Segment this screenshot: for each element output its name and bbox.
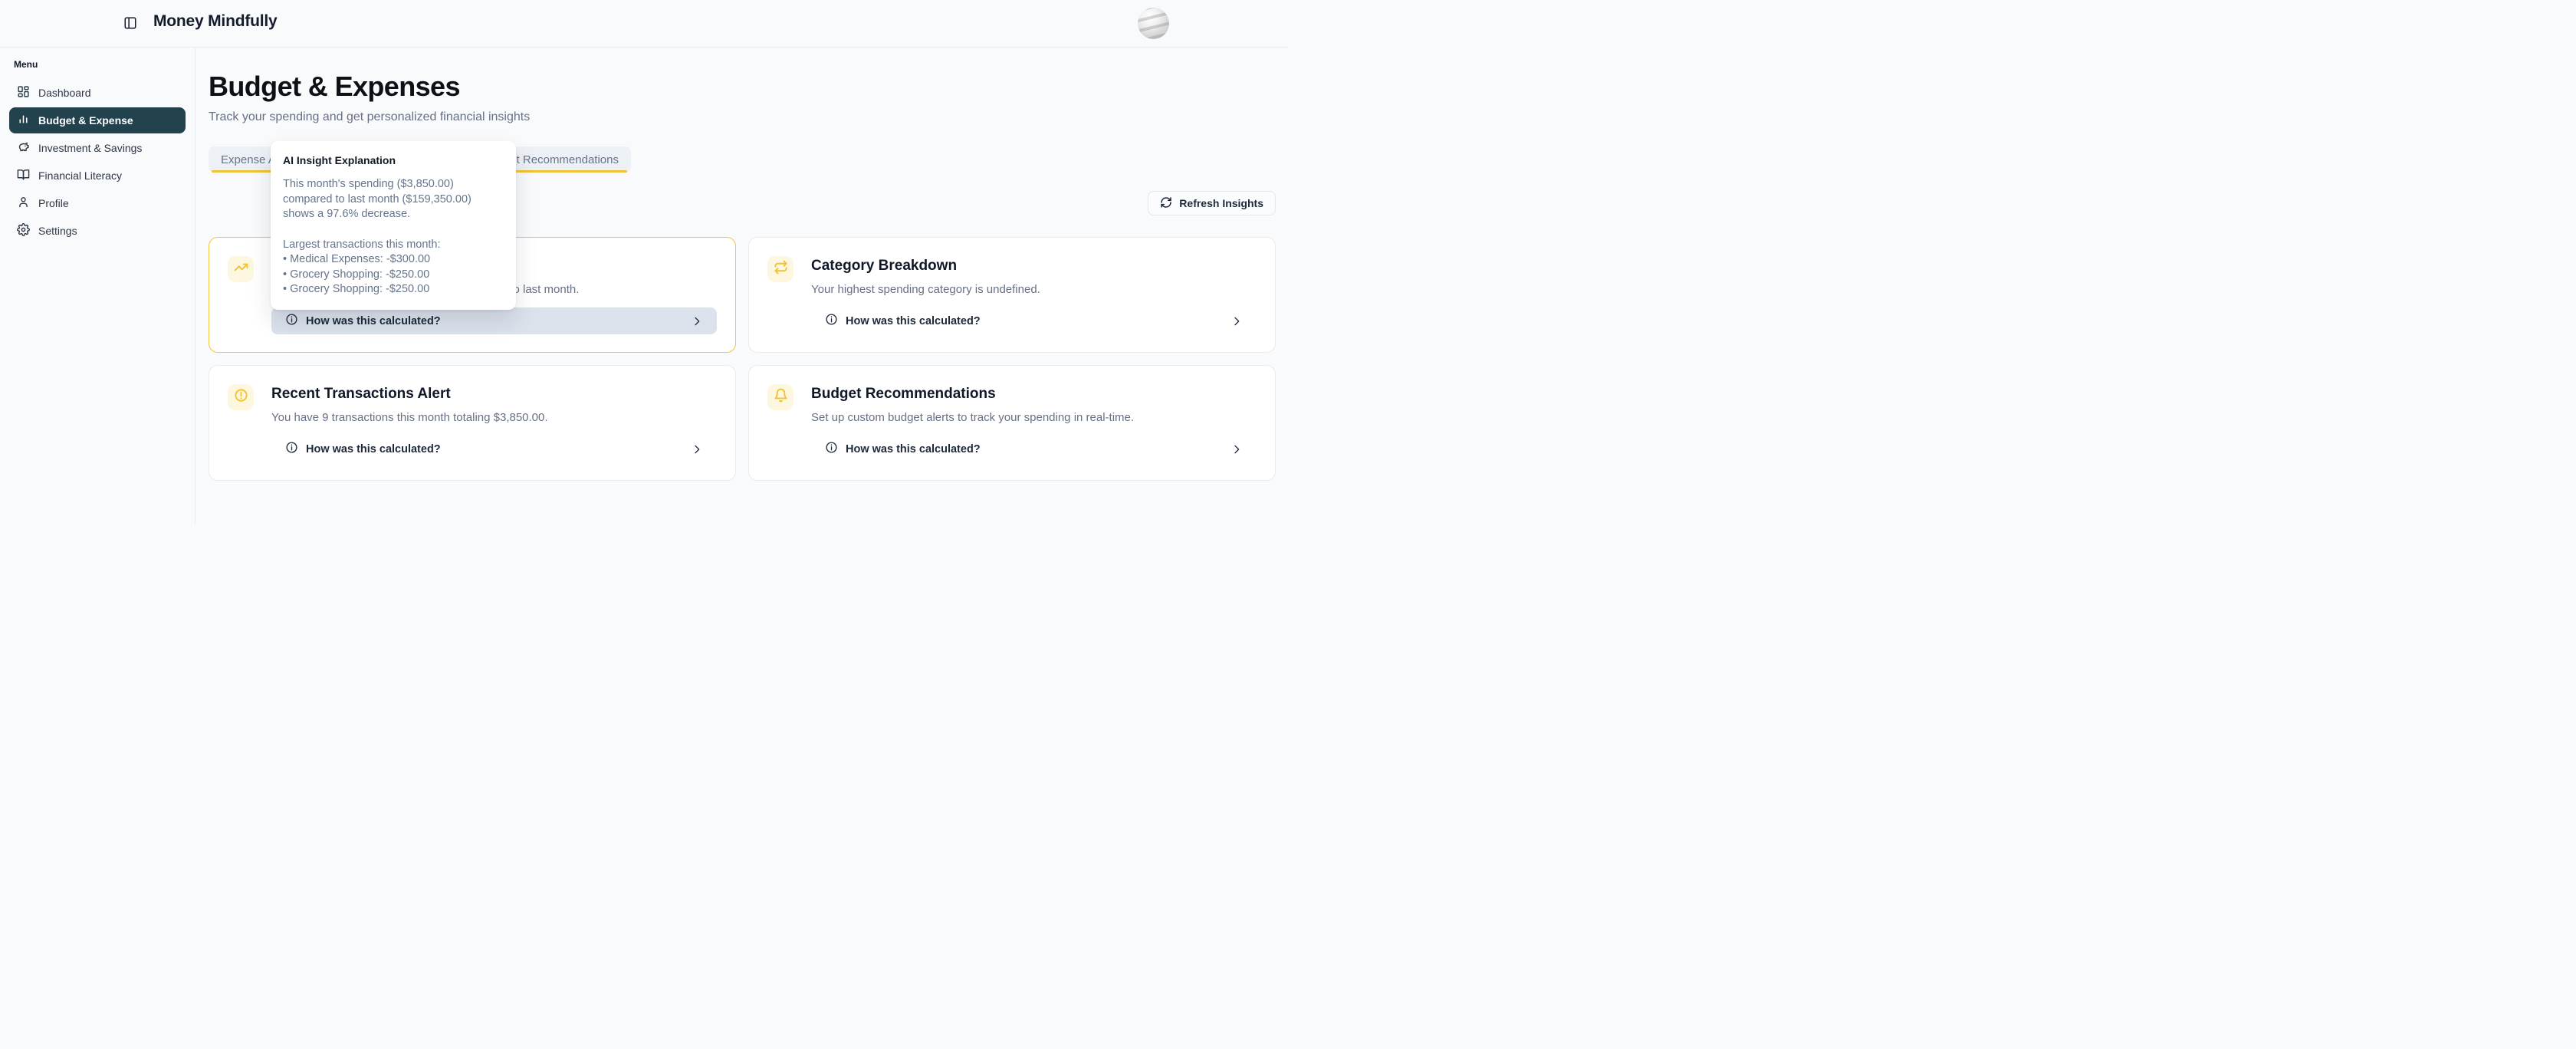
how-calculated-label: How was this calculated? [846, 443, 981, 455]
card-title: Budget Recommendations [811, 386, 1257, 401]
app-window: Money Mindfully Menu Dashboard Budget & … [0, 0, 1288, 524]
grid-icon [17, 85, 30, 100]
info-icon [285, 441, 298, 457]
piggy-bank-icon [17, 140, 30, 156]
card-category-breakdown: Category Breakdown Your highest spending… [748, 237, 1276, 353]
sidebar-item-label: Profile [38, 197, 69, 209]
how-calculated-button[interactable]: How was this calculated? [271, 307, 717, 334]
sidebar-toggle-button[interactable] [123, 16, 137, 30]
trending-up-icon [234, 260, 248, 278]
bell-icon [774, 388, 788, 406]
card-description: You have 9 transactions this month total… [271, 412, 717, 423]
popover-list-item: • Grocery Shopping: -$250.00 [283, 268, 504, 283]
bar-chart-icon [17, 113, 30, 128]
card-title: Recent Transactions Alert [271, 386, 717, 401]
sidebar-item-financial-literacy[interactable]: Financial Literacy [9, 163, 186, 189]
chevron-right-icon [1230, 443, 1243, 455]
page-subtitle: Track your spending and get personalized… [209, 110, 1276, 124]
card-title: Category Breakdown [811, 258, 1257, 273]
sidebar-item-profile[interactable]: Profile [9, 190, 186, 216]
user-icon [17, 196, 30, 211]
panel-left-icon [123, 21, 137, 32]
refresh-insights-label: Refresh Insights [1179, 197, 1263, 209]
popover-title: AI Insight Explanation [283, 154, 504, 166]
sidebar-item-label: Budget & Expense [38, 114, 133, 127]
how-calculated-button[interactable]: How was this calculated? [811, 436, 1257, 462]
info-icon [825, 313, 838, 329]
sidebar-item-label: Dashboard [38, 87, 91, 99]
how-calculated-button[interactable]: How was this calculated? [271, 436, 717, 462]
how-calculated-label: How was this calculated? [306, 443, 441, 455]
how-calculated-button[interactable]: How was this calculated? [811, 307, 1257, 334]
chevron-right-icon [1230, 315, 1243, 327]
how-calculated-label: How was this calculated? [306, 315, 441, 327]
card-icon-box [228, 384, 254, 410]
card-budget-recommendations: Budget Recommendations Set up custom bud… [748, 365, 1276, 481]
gear-icon [17, 223, 30, 238]
popover-list-item: • Grocery Shopping: -$250.00 [283, 282, 504, 298]
card-description: Set up custom budget alerts to track you… [811, 412, 1257, 423]
alert-circle-icon [234, 388, 248, 406]
popover-paragraph: This month's spending ($3,850.00) compar… [283, 177, 504, 222]
card-recent-transactions-alert: Recent Transactions Alert You have 9 tra… [209, 365, 736, 481]
sidebar-item-dashboard[interactable]: Dashboard [9, 80, 186, 106]
how-calculated-label: How was this calculated? [846, 315, 981, 327]
card-icon-box [767, 384, 794, 410]
app-title: Money Mindfully [153, 12, 278, 31]
info-icon [285, 313, 298, 329]
page-title: Budget & Expenses [209, 71, 1276, 103]
ai-insight-popover: AI Insight Explanation This month's spen… [271, 141, 516, 310]
card-icon-box [228, 256, 254, 282]
popover-list-item: • Medical Expenses: -$300.00 [283, 252, 504, 268]
sidebar: Menu Dashboard Budget & Expense Investme… [0, 47, 196, 524]
popover-list-intro: Largest transactions this month: [283, 238, 504, 253]
chevron-right-icon [691, 443, 703, 455]
sidebar-section-label: Menu [14, 59, 186, 70]
card-description: Your highest spending category is undefi… [811, 284, 1257, 295]
sidebar-item-label: Investment & Savings [38, 142, 142, 154]
sidebar-item-label: Settings [38, 225, 77, 237]
avatar[interactable] [1138, 8, 1169, 39]
repeat-icon [774, 260, 788, 278]
book-open-icon [17, 168, 30, 183]
top-header: Money Mindfully [0, 0, 1288, 48]
sidebar-item-budget-expense[interactable]: Budget & Expense [9, 107, 186, 133]
card-icon-box [767, 256, 794, 282]
sidebar-item-settings[interactable]: Settings [9, 218, 186, 244]
chevron-right-icon [691, 315, 703, 327]
refresh-insights-button[interactable]: Refresh Insights [1148, 191, 1276, 215]
info-icon [825, 441, 838, 457]
sidebar-item-label: Financial Literacy [38, 169, 122, 182]
refresh-icon [1160, 196, 1172, 211]
sidebar-item-investment-savings[interactable]: Investment & Savings [9, 135, 186, 161]
popover-transactions-list: Largest transactions this month: • Medic… [283, 238, 504, 298]
